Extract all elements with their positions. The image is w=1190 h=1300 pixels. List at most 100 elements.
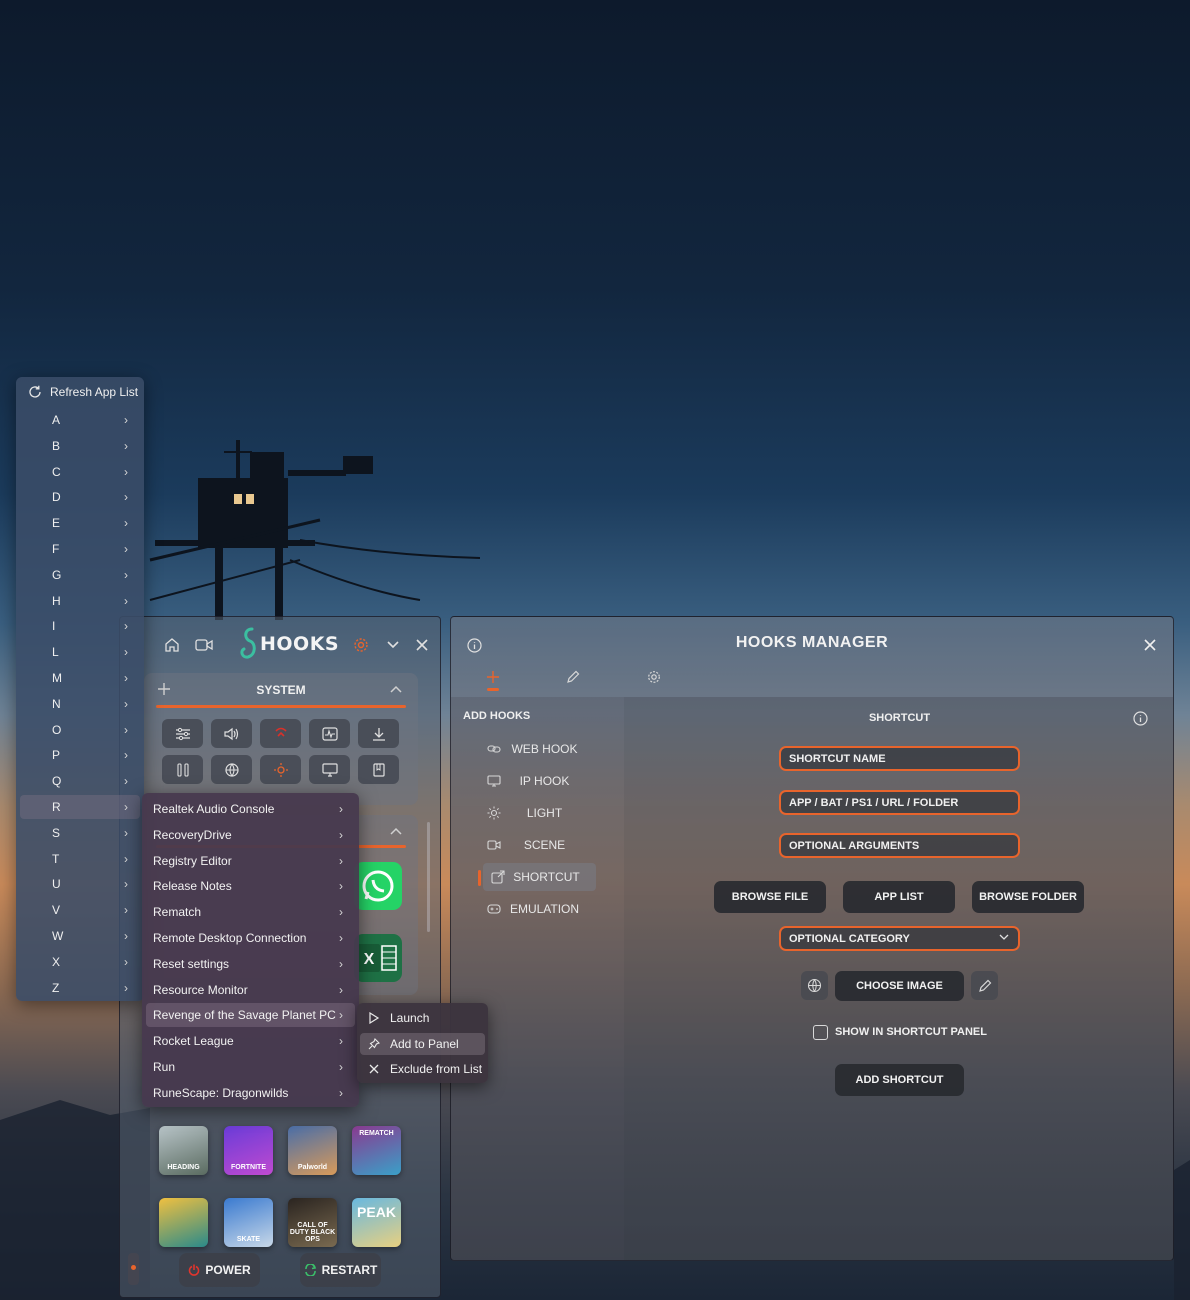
manager-title: HOOKS MANAGER (735, 634, 889, 651)
r-app-item[interactable]: Reset settings › (146, 952, 355, 976)
chevron-up-icon-2[interactable] (388, 823, 404, 839)
letter-item-h[interactable]: H › (20, 589, 140, 613)
chevron-up-icon[interactable] (388, 681, 404, 697)
download-icon[interactable] (358, 719, 399, 748)
chevron-right-icon: › (124, 954, 128, 969)
letter-item-n[interactable]: N › (20, 692, 140, 716)
letter-item-s[interactable]: S › (20, 821, 140, 845)
restart-button[interactable]: RESTART (300, 1253, 381, 1287)
close-icon[interactable] (412, 635, 432, 655)
game-tile-fortnite[interactable]: FORTNITE (224, 1126, 273, 1175)
home-icon[interactable] (162, 635, 182, 655)
power-button[interactable]: POWER (179, 1253, 260, 1287)
settings-gear-icon[interactable] (351, 635, 371, 655)
r-app-item[interactable]: RuneScape: Dragonwilds › (146, 1081, 355, 1105)
letter-item-p[interactable]: P › (20, 743, 140, 767)
shortcut-name-field[interactable]: SHORTCUT NAME (779, 746, 1020, 771)
tools-icon[interactable] (162, 755, 203, 784)
chevron-down-icon[interactable] (383, 635, 403, 655)
letter-item-w[interactable]: W › (20, 924, 140, 948)
power-icon (189, 1264, 200, 1276)
network-globe-icon[interactable] (211, 755, 252, 784)
app-path-field[interactable]: APP / BAT / PS1 / URL / FOLDER (779, 790, 1020, 815)
globe-image-button[interactable] (801, 971, 828, 1000)
panel-scrollbar[interactable] (427, 822, 430, 932)
active-nav-marker (478, 870, 481, 886)
r-app-item[interactable]: Release Notes › (146, 874, 355, 898)
letter-item-l[interactable]: L › (20, 640, 140, 664)
power-hook-icon[interactable] (260, 719, 301, 748)
letter-item-z[interactable]: Z › (20, 976, 140, 1000)
letter-item-b[interactable]: B › (20, 434, 140, 458)
r-app-item[interactable]: Registry Editor › (146, 849, 355, 873)
game-tile-rematch[interactable]: REMATCH (352, 1126, 401, 1175)
sliders-icon[interactable] (162, 719, 203, 748)
letter-item-o[interactable]: O › (20, 718, 140, 742)
nav-emulation[interactable]: EMULATION (479, 895, 596, 923)
letter-item-f[interactable]: F › (20, 537, 140, 561)
refresh-app-list-item[interactable]: Refresh App List (16, 377, 144, 407)
tab-add-plus-icon[interactable] (484, 668, 502, 686)
add-to-panel-menu-item[interactable]: Add to Panel (360, 1033, 485, 1055)
letter-item-g[interactable]: G › (20, 563, 140, 587)
letter-item-x[interactable]: X › (20, 950, 140, 974)
hooks-manager-window: HOOKS MANAGER ADD HOOKS WEB HOOK IP HOOK… (450, 616, 1174, 1261)
letter-item-u[interactable]: U › (20, 872, 140, 896)
r-app-item[interactable]: Revenge of the Savage Planet PC › (146, 1003, 355, 1028)
excel-app-icon[interactable]: X (354, 934, 402, 982)
shortcut-info-icon[interactable] (1131, 709, 1149, 727)
tab-settings-gear-icon[interactable] (645, 668, 663, 686)
game-tile-adventure[interactable] (159, 1198, 208, 1247)
active-tab-indicator (487, 688, 499, 691)
volume-icon[interactable] (211, 719, 252, 748)
game-tile-skate[interactable]: SKATE (224, 1198, 273, 1247)
game-tile-call-of-duty[interactable]: CALL OF DUTY BLACK OPS (288, 1198, 337, 1247)
game-tile-peak[interactable]: PEAK (352, 1198, 401, 1247)
optional-category-select[interactable]: OPTIONAL CATEGORY (779, 926, 1020, 951)
browse-folder-button[interactable]: BROWSE FOLDER (972, 881, 1084, 913)
game-tile-palworld[interactable]: Palworld (288, 1126, 337, 1175)
exclude-from-list-menu-item[interactable]: Exclude from List (360, 1058, 485, 1080)
letter-item-t[interactable]: T › (20, 847, 140, 871)
nav-scene[interactable]: SCENE (479, 831, 596, 859)
r-app-item[interactable]: Realtek Audio Console › (146, 797, 355, 821)
whatsapp-app-icon[interactable] (354, 862, 402, 910)
bookmark-icon[interactable] (358, 755, 399, 784)
r-app-item[interactable]: Rematch › (146, 900, 355, 924)
monitor-icon[interactable] (309, 755, 350, 784)
nav-web-hook[interactable]: WEB HOOK (479, 735, 596, 763)
tab-edit-pencil-icon[interactable] (564, 668, 582, 686)
add-shortcut-button[interactable]: ADD SHORTCUT (835, 1064, 964, 1096)
letter-item-v[interactable]: V › (20, 898, 140, 922)
r-app-item[interactable]: Remote Desktop Connection › (146, 926, 355, 950)
camera-icon[interactable] (194, 635, 214, 655)
nav-ip-hook[interactable]: IP HOOK (479, 767, 596, 795)
app-list-button[interactable]: APP LIST (843, 881, 955, 913)
activity-monitor-icon[interactable] (309, 719, 350, 748)
letter-item-c[interactable]: C › (20, 460, 140, 484)
letter-item-i[interactable]: I › (20, 614, 140, 638)
nav-shortcut[interactable]: SHORTCUT (483, 863, 596, 891)
game-tile-heading[interactable]: HEADING (159, 1126, 208, 1175)
optional-arguments-field[interactable]: OPTIONAL ARGUMENTS (779, 833, 1020, 858)
edit-image-button[interactable] (971, 971, 998, 1000)
r-app-item[interactable]: RecoveryDrive › (146, 823, 355, 847)
r-app-item[interactable]: Resource Monitor › (146, 978, 355, 1002)
chevron-right-icon: › (124, 490, 128, 505)
r-app-item[interactable]: Run › (146, 1055, 355, 1079)
brightness-icon[interactable] (260, 755, 301, 784)
chevron-right-icon: › (124, 825, 128, 840)
launch-menu-item[interactable]: Launch (360, 1007, 485, 1029)
r-app-item[interactable]: Rocket League › (146, 1029, 355, 1053)
letter-item-e[interactable]: E › (20, 511, 140, 535)
close-icon[interactable] (1141, 636, 1159, 654)
letter-item-r[interactable]: R › (20, 795, 140, 819)
show-in-panel-checkbox[interactable] (813, 1025, 828, 1040)
letter-item-a[interactable]: A › (20, 408, 140, 432)
letter-item-d[interactable]: D › (20, 485, 140, 509)
letter-item-m[interactable]: M › (20, 666, 140, 690)
browse-file-button[interactable]: BROWSE FILE (714, 881, 826, 913)
choose-image-button[interactable]: CHOOSE IMAGE (835, 971, 964, 1001)
nav-light[interactable]: LIGHT (479, 799, 596, 827)
letter-item-q[interactable]: Q › (20, 769, 140, 793)
